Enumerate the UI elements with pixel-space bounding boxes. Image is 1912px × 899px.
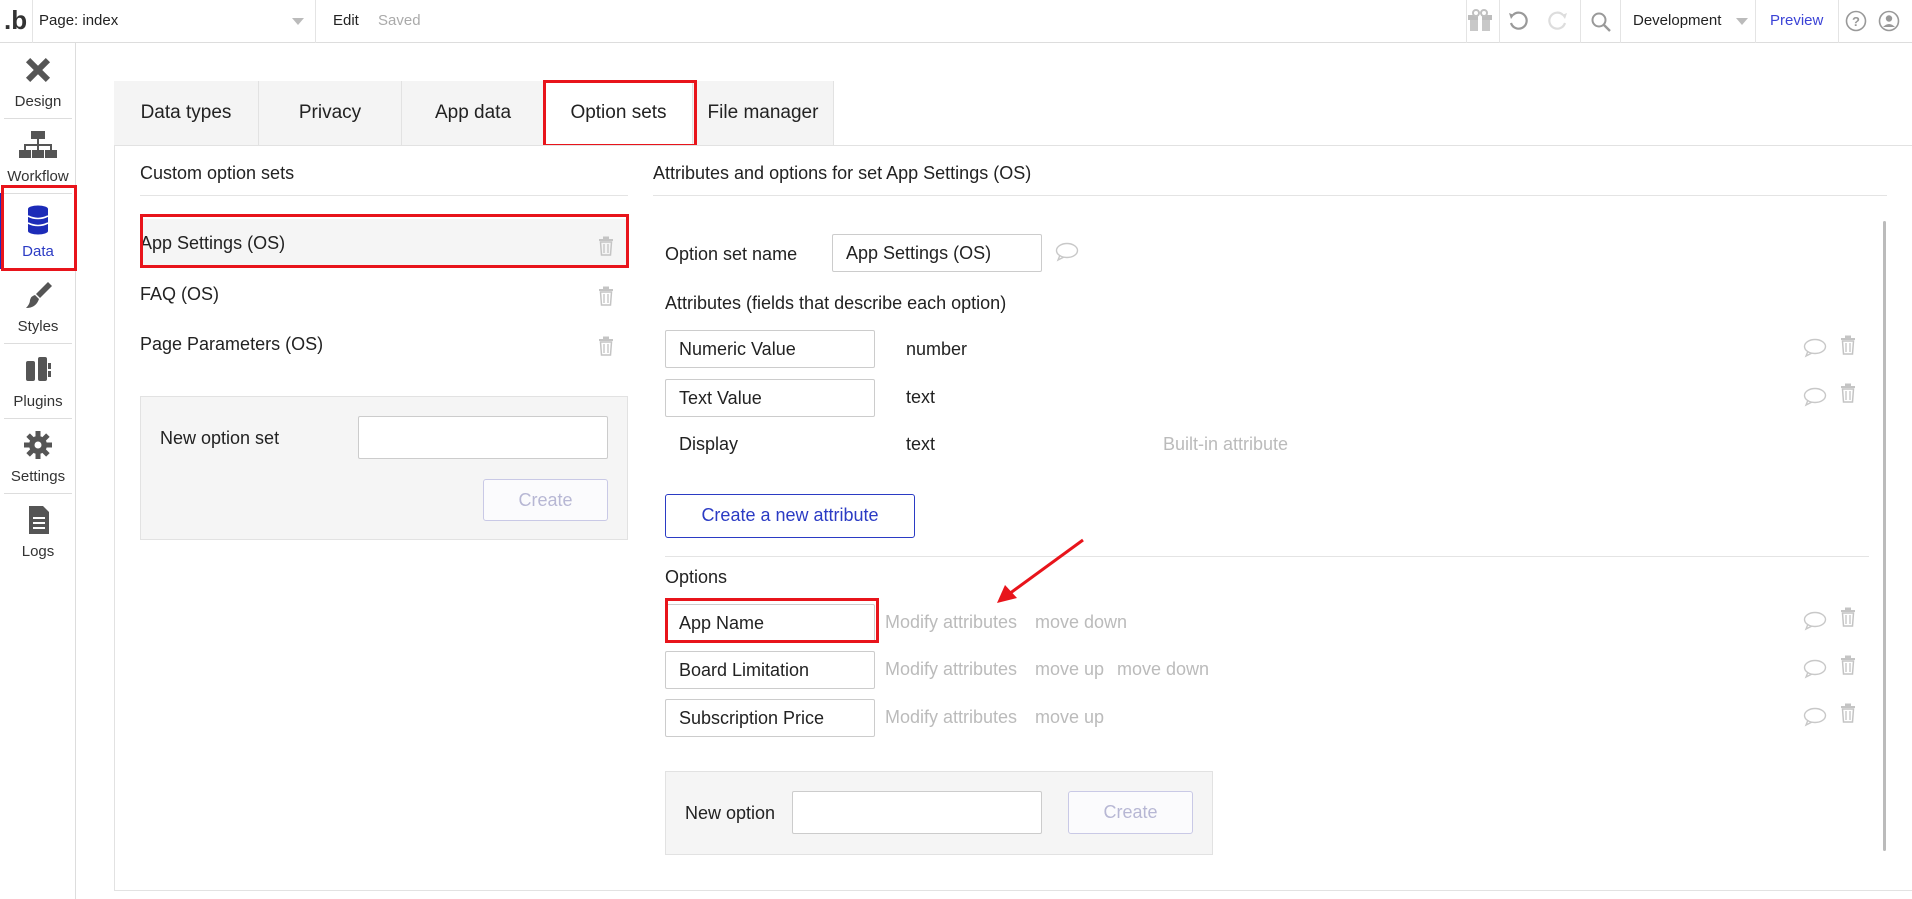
comment-icon[interactable] bbox=[1803, 387, 1827, 407]
comment-icon[interactable] bbox=[1803, 611, 1827, 631]
sidebar-item-logs[interactable]: Logs bbox=[0, 493, 76, 568]
option-set-name-input[interactable]: App Settings (OS) bbox=[832, 234, 1042, 272]
new-option-set-label: New option set bbox=[160, 428, 280, 448]
move-down-link[interactable]: move down bbox=[1035, 612, 1127, 633]
tab-app-data[interactable]: App data bbox=[402, 81, 545, 145]
svg-text:?: ? bbox=[1852, 14, 1860, 29]
sidebar-item-design[interactable]: Design bbox=[0, 43, 76, 118]
trash-icon[interactable] bbox=[598, 336, 614, 356]
sidebar-item-settings[interactable]: Settings bbox=[0, 418, 76, 493]
comment-icon[interactable] bbox=[1803, 338, 1827, 358]
sidebar-item-label: Workflow bbox=[7, 168, 69, 185]
attribute-name-input[interactable]: Numeric Value bbox=[665, 330, 875, 368]
create-option-button[interactable]: Create bbox=[1068, 791, 1193, 834]
trash-icon[interactable] bbox=[1840, 607, 1856, 627]
trash-icon[interactable] bbox=[1840, 703, 1856, 723]
design-icon bbox=[0, 55, 76, 85]
sidebar-item-styles[interactable]: Styles bbox=[0, 268, 76, 343]
options-label: Options bbox=[665, 567, 728, 587]
sidebar-item-label: Design bbox=[14, 93, 62, 110]
move-up-link[interactable]: move up bbox=[1035, 707, 1104, 728]
move-down-link[interactable]: move down bbox=[1117, 659, 1209, 680]
modify-attributes-link[interactable]: Modify attributes bbox=[885, 707, 1017, 728]
sidebar: Design Workflow Data Styles Plugins Sett… bbox=[0, 43, 76, 899]
trash-icon[interactable] bbox=[1840, 335, 1856, 355]
modify-attributes-link[interactable]: Modify attributes bbox=[885, 612, 1017, 633]
annotation-arrow bbox=[995, 536, 1090, 606]
page-selector-label[interactable]: Page: index bbox=[39, 12, 118, 29]
chevron-down-icon[interactable] bbox=[292, 18, 304, 25]
highlight-box bbox=[665, 598, 879, 643]
search-icon[interactable] bbox=[1590, 11, 1612, 33]
comment-icon[interactable] bbox=[1803, 707, 1827, 727]
bubble-logo[interactable]: .b bbox=[4, 5, 27, 36]
redo-icon[interactable] bbox=[1547, 10, 1569, 32]
attribute-type[interactable]: number bbox=[906, 339, 967, 360]
option-set-name[interactable]: Page Parameters (OS) bbox=[140, 334, 323, 355]
trash-icon[interactable] bbox=[598, 286, 614, 306]
attributes-label: Attributes (fields that describe each op… bbox=[665, 293, 1007, 313]
tab-privacy[interactable]: Privacy bbox=[259, 81, 402, 145]
highlight-box bbox=[1, 185, 77, 271]
chevron-down-icon[interactable] bbox=[1736, 18, 1748, 25]
move-up-link[interactable]: move up bbox=[1035, 659, 1104, 680]
account-icon[interactable] bbox=[1878, 10, 1900, 32]
comment-icon[interactable] bbox=[1803, 659, 1827, 679]
new-option-label: New option bbox=[685, 803, 776, 823]
help-icon[interactable]: ? bbox=[1845, 10, 1867, 32]
top-bar: .b Page: index Edit Saved Development Pr… bbox=[0, 0, 1912, 43]
option-set-name[interactable]: FAQ (OS) bbox=[140, 284, 219, 305]
option-set-name-label: Option set name bbox=[665, 244, 798, 264]
brush-icon bbox=[0, 280, 76, 310]
highlight-box bbox=[543, 80, 697, 147]
attributes-section-title: Attributes and options for set App Setti… bbox=[653, 163, 1032, 183]
comment-icon[interactable] bbox=[1055, 242, 1079, 262]
document-icon bbox=[0, 505, 76, 535]
custom-option-sets-title: Custom option sets bbox=[140, 163, 295, 183]
gear-icon bbox=[0, 430, 76, 460]
attribute-name: Display bbox=[679, 434, 739, 454]
sidebar-item-label: Settings bbox=[10, 468, 66, 485]
sidebar-item-label: Plugins bbox=[13, 393, 63, 410]
option-name-input[interactable]: Board Limitation bbox=[665, 651, 875, 689]
new-option-set-input[interactable] bbox=[358, 416, 608, 459]
tab-data-types[interactable]: Data types bbox=[114, 81, 259, 145]
plug-icon bbox=[0, 355, 76, 385]
trash-icon[interactable] bbox=[1840, 655, 1856, 675]
create-option-set-button[interactable]: Create bbox=[483, 479, 608, 521]
sidebar-item-workflow[interactable]: Workflow bbox=[0, 118, 76, 193]
sidebar-item-label: Logs bbox=[21, 543, 55, 560]
sidebar-item-plugins[interactable]: Plugins bbox=[0, 343, 76, 418]
edit-menu[interactable]: Edit bbox=[333, 12, 359, 29]
environment-selector[interactable]: Development bbox=[1633, 12, 1721, 29]
saved-status: Saved bbox=[378, 12, 421, 29]
undo-icon[interactable] bbox=[1507, 10, 1529, 32]
trash-icon[interactable] bbox=[1840, 383, 1856, 403]
attribute-type[interactable]: text bbox=[906, 387, 935, 408]
create-attribute-button[interactable]: Create a new attribute bbox=[665, 494, 915, 538]
tab-file-manager[interactable]: File manager bbox=[693, 81, 834, 145]
option-name-input[interactable]: Subscription Price bbox=[665, 699, 875, 737]
modify-attributes-link[interactable]: Modify attributes bbox=[885, 659, 1017, 680]
scrollbar[interactable] bbox=[1883, 221, 1886, 851]
attribute-name-input[interactable]: Text Value bbox=[665, 379, 875, 417]
built-in-attribute-note: Built-in attribute bbox=[1163, 434, 1289, 454]
gift-icon[interactable] bbox=[1467, 9, 1493, 33]
workflow-icon bbox=[0, 130, 76, 160]
tab-bar: Data types Privacy App data Option sets … bbox=[114, 81, 834, 145]
highlight-box bbox=[140, 214, 629, 268]
new-option-input[interactable] bbox=[792, 791, 1042, 834]
preview-link[interactable]: Preview bbox=[1770, 12, 1823, 29]
attribute-type: text bbox=[906, 434, 936, 454]
sidebar-item-label: Styles bbox=[17, 318, 59, 335]
